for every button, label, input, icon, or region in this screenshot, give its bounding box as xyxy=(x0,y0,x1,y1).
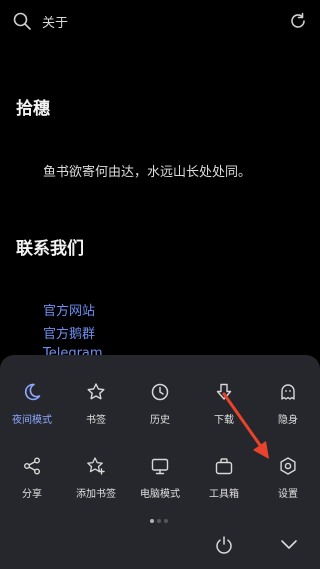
page-indicator xyxy=(150,519,168,523)
star-plus-icon xyxy=(87,457,105,475)
star-icon xyxy=(87,383,105,400)
menu-label: 下载 xyxy=(214,415,234,426)
clock-icon xyxy=(151,383,169,401)
power-icon[interactable] xyxy=(214,535,234,555)
moon-icon xyxy=(24,383,41,401)
menu-label: 分享 xyxy=(22,489,42,500)
toolbox-icon xyxy=(215,458,233,475)
menu-label: 历史 xyxy=(150,415,170,426)
page-title: 关于 xyxy=(42,16,69,31)
share-icon xyxy=(24,457,40,475)
menu-bookmarks[interactable]: 书签 xyxy=(64,382,128,436)
bottom-menu-sheet: 夜间模式 书签 历史 下载 隐身 分享 添加书签 电脑模式 工具箱 设置 xyxy=(0,355,320,569)
menu-night-mode[interactable]: 夜间模式 xyxy=(0,382,64,436)
refresh-icon[interactable] xyxy=(288,11,308,31)
link-official-group[interactable]: 官方鹅群 xyxy=(43,323,95,342)
quote-text: 鱼书欲寄何由达，水远山长处处同。 xyxy=(43,165,252,180)
menu-label: 隐身 xyxy=(278,415,298,426)
search-icon[interactable] xyxy=(12,11,32,31)
menu-label: 添加书签 xyxy=(76,489,116,500)
ghost-icon xyxy=(281,384,295,400)
menu-share[interactable]: 分享 xyxy=(0,456,64,510)
gear-icon xyxy=(280,457,296,475)
menu-label: 书签 xyxy=(86,415,106,426)
top-bar: 关于 xyxy=(0,0,320,44)
menu-label: 设置 xyxy=(278,489,298,500)
page-dot xyxy=(164,519,168,523)
page-dot-active xyxy=(150,519,154,523)
menu-settings[interactable]: 设置 xyxy=(256,456,320,510)
download-icon xyxy=(216,383,232,400)
section-title-shisui: 拾穗 xyxy=(16,99,50,119)
menu-desktop-mode[interactable]: 电脑模式 xyxy=(128,456,192,510)
link-official-website[interactable]: 官方网站 xyxy=(43,300,95,319)
menu-label: 工具箱 xyxy=(209,489,239,500)
menu-add-bookmark[interactable]: 添加书签 xyxy=(64,456,128,510)
menu-history[interactable]: 历史 xyxy=(128,382,192,436)
menu-toolbox[interactable]: 工具箱 xyxy=(192,456,256,510)
monitor-icon xyxy=(151,458,169,475)
menu-label: 夜间模式 xyxy=(12,415,52,426)
menu-incognito[interactable]: 隐身 xyxy=(256,382,320,436)
chevron-down-icon[interactable] xyxy=(279,537,299,553)
menu-downloads[interactable]: 下载 xyxy=(192,382,256,436)
page-dot xyxy=(157,519,161,523)
section-title-contact: 联系我们 xyxy=(16,239,84,259)
menu-label: 电脑模式 xyxy=(140,489,180,500)
